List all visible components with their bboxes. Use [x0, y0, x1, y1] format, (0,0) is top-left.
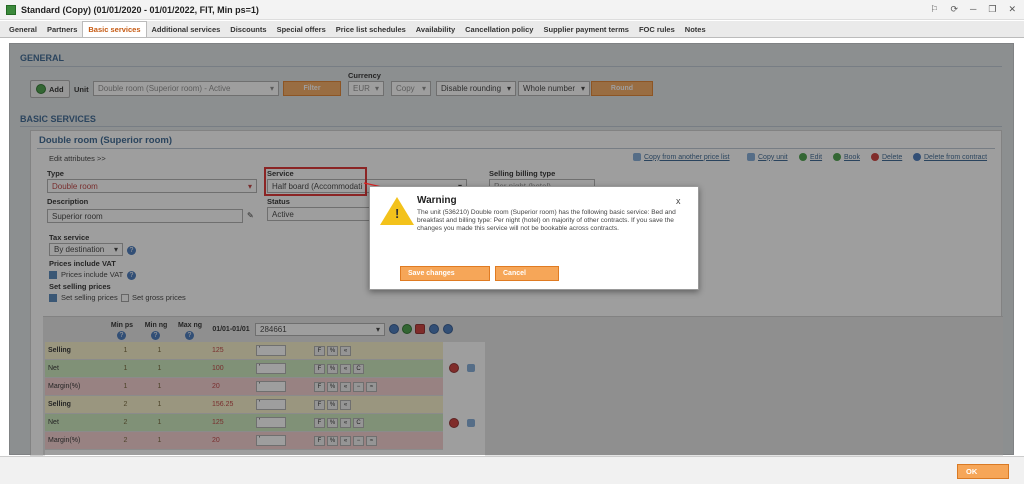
refresh-icon[interactable]: ⟳ [950, 4, 958, 15]
window-title: Standard (Copy) (01/01/2020 - 01/01/2022… [21, 4, 259, 15]
save-changes-button[interactable]: Save changes [400, 266, 490, 281]
app-icon [6, 4, 16, 15]
tab-partners[interactable]: Partners [42, 22, 82, 37]
footer: OK [0, 456, 1024, 484]
tab-bar: General Partners Basic services Addition… [0, 21, 1024, 38]
warning-dialog: ! Warning x The unit (536210) Double roo… [369, 186, 699, 290]
cancel-button[interactable]: Cancel [495, 266, 559, 281]
cancel-label: Cancel [503, 270, 526, 277]
tab-general[interactable]: General [4, 22, 42, 37]
dialog-close-icon[interactable]: x [676, 196, 681, 206]
ok-label: OK [966, 467, 978, 476]
tab-foc-rules[interactable]: FOC rules [634, 22, 680, 37]
tab-price-list-schedules[interactable]: Price list schedules [331, 22, 411, 37]
window-title-bar: Standard (Copy) (01/01/2020 - 01/01/2022… [0, 0, 1024, 20]
tab-discounts[interactable]: Discounts [225, 22, 271, 37]
tab-availability[interactable]: Availability [411, 22, 460, 37]
tab-supplier-payment-terms[interactable]: Supplier payment terms [538, 22, 633, 37]
tab-notes[interactable]: Notes [680, 22, 711, 37]
dialog-message: The unit (536210) Double room (Superior … [417, 209, 676, 232]
minimize-icon[interactable]: ─ [970, 4, 976, 15]
pin-icon[interactable]: ⚐ [930, 4, 938, 15]
dialog-title: Warning [417, 195, 457, 206]
close-icon[interactable]: ✕ [1008, 4, 1016, 15]
tab-cancellation-policy[interactable]: Cancellation policy [460, 22, 538, 37]
restore-icon[interactable]: ❐ [988, 4, 996, 15]
tab-additional-services[interactable]: Additional services [147, 22, 226, 37]
save-changes-label: Save changes [408, 270, 455, 277]
ok-button[interactable]: OK [957, 464, 1009, 479]
tab-special-offers[interactable]: Special offers [272, 22, 331, 37]
tab-basic-services[interactable]: Basic services [82, 21, 147, 37]
warning-icon-glyph: ! [395, 206, 400, 221]
